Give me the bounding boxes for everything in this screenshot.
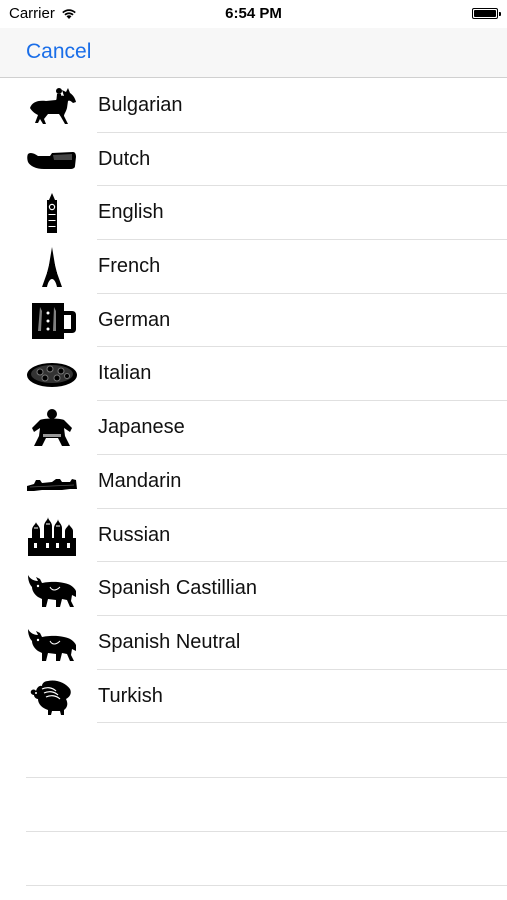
navigation-bar: Cancel [0, 28, 507, 78]
row-separator [97, 722, 507, 724]
bull-icon [26, 569, 78, 609]
language-list: Bulgarian Dutch English French German Italian… [0, 79, 507, 724]
language-label: Italian [98, 362, 152, 385]
language-row-spanish-neutral[interactable]: Spanish Neutral [0, 616, 507, 670]
language-label: Spanish Castillian [98, 577, 257, 600]
language-row-italian[interactable]: Italian [0, 347, 507, 402]
language-row-dutch[interactable]: Dutch [0, 133, 507, 187]
language-row-turkish[interactable]: Turkish [0, 670, 507, 724]
language-label: Spanish Neutral [98, 630, 241, 653]
language-row-japanese[interactable]: Japanese [0, 401, 507, 455]
language-row-german[interactable]: German [0, 294, 507, 348]
bull-icon [26, 623, 78, 663]
cathedral-icon [26, 516, 78, 556]
sumo-wrestler-icon [26, 408, 78, 448]
turkey-bird-icon [26, 677, 78, 717]
status-time: 6:54 PM [225, 5, 282, 22]
language-label: Japanese [98, 416, 185, 439]
language-label: French [98, 255, 161, 278]
language-row-russian[interactable]: Russian [0, 509, 507, 563]
empty-row-separator [26, 885, 507, 886]
cancel-button[interactable]: Cancel [26, 40, 91, 64]
empty-row-separator [26, 777, 507, 778]
language-label: German [98, 308, 171, 331]
wooden-shoe-icon [26, 140, 78, 180]
language-row-spanish-castillian[interactable]: Spanish Castillian [0, 562, 507, 616]
big-ben-icon [26, 193, 78, 234]
language-label: Bulgarian [98, 94, 183, 116]
language-row-english[interactable]: English [0, 186, 507, 241]
great-wall-icon [26, 462, 78, 502]
language-label: Mandarin [98, 469, 182, 492]
empty-row-separator [26, 831, 507, 832]
language-label: English [98, 201, 164, 224]
language-row-bulgarian[interactable]: Bulgarian [0, 79, 507, 133]
eiffel-tower-icon [26, 247, 78, 288]
horse-rider-icon [26, 86, 78, 126]
pizza-icon [26, 354, 78, 394]
battery-icon [472, 8, 501, 19]
language-label: Turkish [98, 684, 163, 707]
language-label: Dutch [98, 147, 151, 170]
language-row-french[interactable]: French [0, 240, 507, 294]
language-row-mandarin[interactable]: Mandarin [0, 455, 507, 509]
beer-mug-icon [26, 301, 78, 341]
status-bar: Carrier 6:54 PM [0, 0, 507, 28]
language-label: Russian [98, 523, 171, 546]
